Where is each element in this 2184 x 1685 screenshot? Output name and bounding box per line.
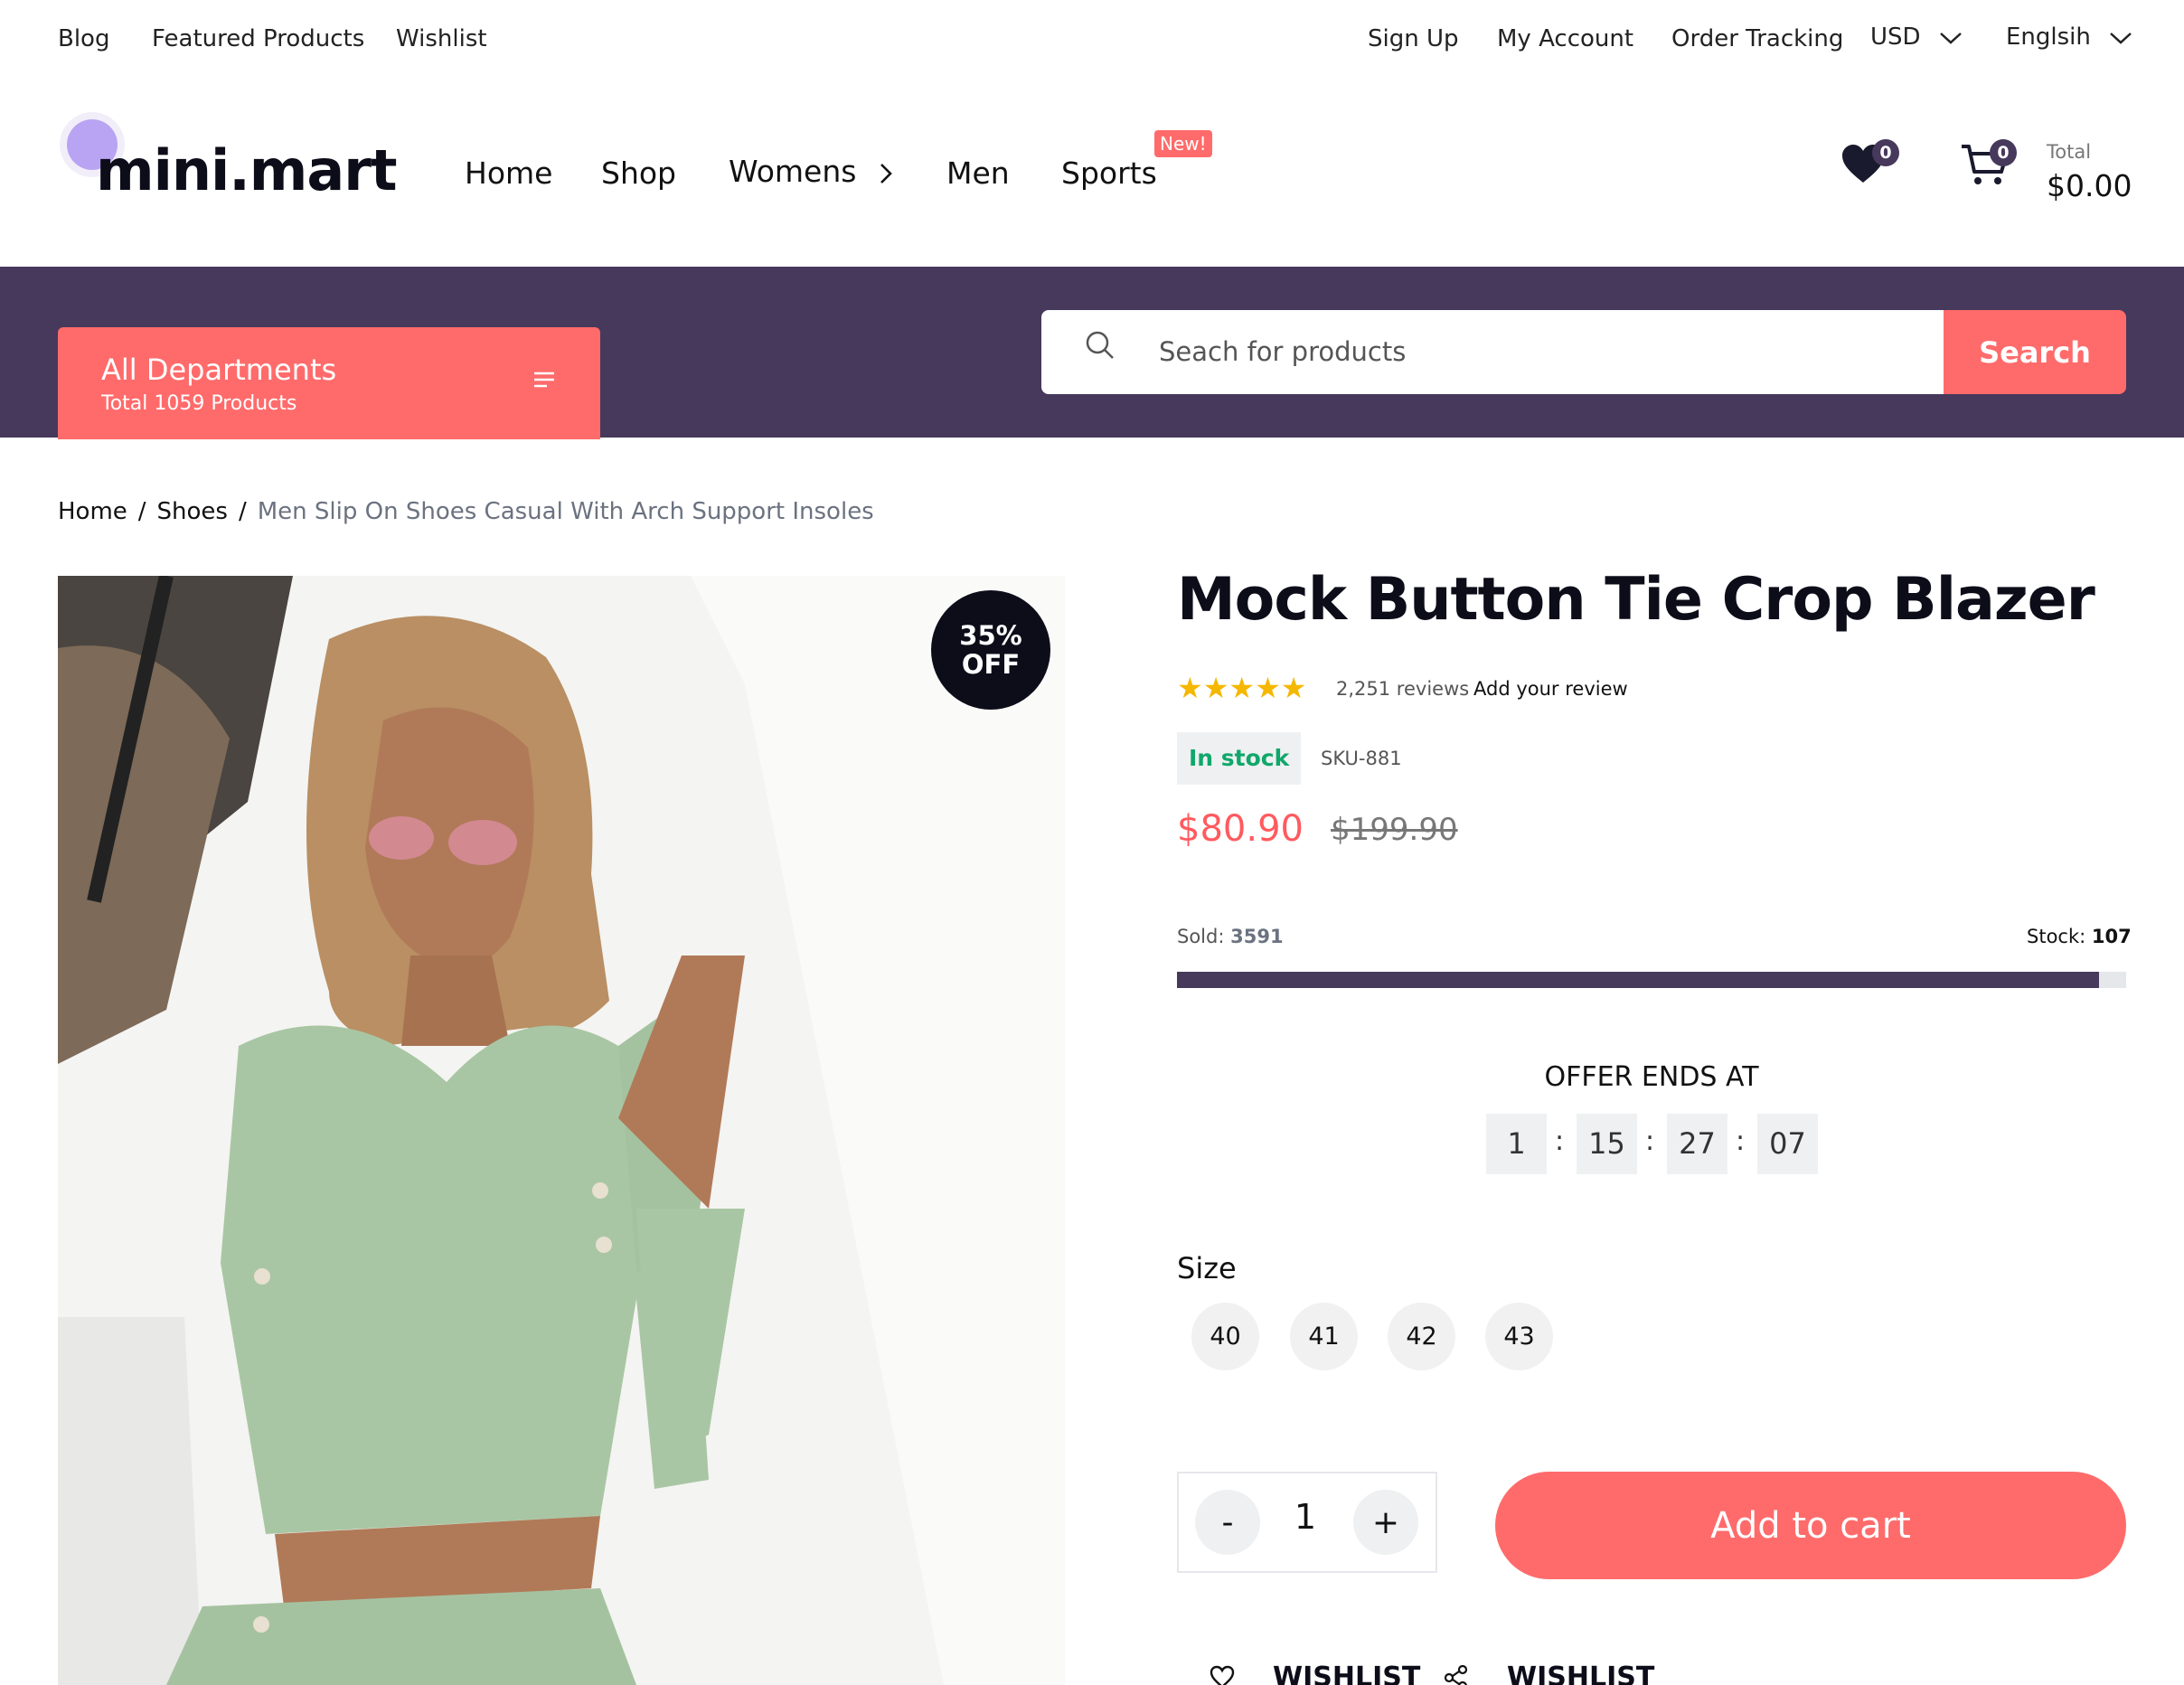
wishlist-count-badge: 0 (1872, 139, 1899, 166)
stock-status-badge: In stock (1177, 732, 1302, 785)
language-value: Englsih (2006, 24, 2091, 51)
nav-sports[interactable]: Sports (1061, 155, 1157, 191)
order-tracking-link[interactable]: Order Tracking (1671, 25, 1843, 52)
breadcrumb-shoes[interactable]: Shoes (157, 498, 228, 525)
quantity-value[interactable]: 1 (1278, 1497, 1332, 1537)
heart-outline-icon (1210, 1665, 1235, 1685)
search-icon (1086, 331, 1114, 359)
countdown-minutes: 27 (1667, 1114, 1727, 1174)
sku: SKU-881 (1321, 748, 1402, 769)
size-option-42[interactable]: 42 (1388, 1303, 1455, 1370)
discount-badge: 35% OFF (931, 590, 1050, 710)
search-box (1041, 310, 1945, 394)
sold-progress-fill (1177, 972, 2099, 988)
countdown-days: 1 (1486, 1114, 1547, 1174)
search-button[interactable]: Search (1944, 310, 2126, 394)
breadcrumb-separator: / (137, 498, 146, 525)
wishlist-link[interactable]: Wishlist (396, 25, 487, 52)
add-to-cart-button[interactable]: Add to cart (1495, 1472, 2126, 1579)
offer-ends-label: OFFER ENDS AT (1544, 1061, 1759, 1093)
all-departments-button[interactable]: All Departments Total 1059 Products (58, 327, 600, 439)
blog-link[interactable]: Blog (58, 25, 109, 52)
sold-progress-bar (1177, 972, 2126, 988)
discount-percent: 35% (959, 620, 1022, 651)
share-icon (1444, 1664, 1469, 1685)
departments-subtitle: Total 1059 Products (101, 392, 297, 415)
stock-count: Stock: 107 (2027, 926, 2132, 947)
sold-count: Sold: 3591 (1177, 926, 1284, 947)
product-title: Mock Button Tie Crop Blazer (1177, 566, 2095, 634)
breadcrumb: Home / Shoes / Men Slip On Shoes Casual With… (58, 498, 874, 525)
chevron-right-icon (880, 163, 892, 184)
share-action[interactable]: WISHLIST (1507, 1661, 1654, 1685)
menu-icon (534, 372, 554, 388)
cart-total-value: $0.00 (2047, 168, 2132, 203)
nav-men[interactable]: Men (946, 155, 1010, 191)
countdown-separator: : (1736, 1125, 1746, 1157)
nav-home[interactable]: Home (465, 155, 552, 191)
product-photo-illustration (58, 576, 1065, 1685)
nav-womens[interactable]: Womens (729, 154, 893, 189)
sold-value: 3591 (1230, 926, 1284, 947)
new-badge: New! (1154, 130, 1212, 157)
increase-quantity-button[interactable]: + (1353, 1490, 1418, 1555)
nav-shop[interactable]: Shop (601, 155, 676, 191)
old-price: $199.90 (1331, 812, 1458, 848)
countdown-separator: : (1645, 1125, 1655, 1157)
sold-label: Sold: (1177, 926, 1225, 947)
cart-total-label: Total (2047, 141, 2092, 163)
stock-label: Stock: (2027, 926, 2086, 947)
price: $80.90 (1177, 808, 1304, 850)
departments-title: All Departments (101, 353, 337, 387)
countdown-hours: 15 (1577, 1114, 1637, 1174)
breadcrumb-home[interactable]: Home (58, 498, 127, 525)
currency-value: USD (1870, 24, 1921, 51)
countdown-separator: : (1555, 1125, 1565, 1157)
reviews-count[interactable]: 2,251 reviews (1336, 678, 1469, 700)
stock-value: 107 (2091, 926, 2132, 947)
size-label: Size (1177, 1251, 1237, 1285)
chevron-down-icon (2110, 32, 2132, 44)
breadcrumb-separator: / (238, 498, 247, 525)
add-review-link[interactable]: Add your review (1473, 678, 1628, 700)
currency-select[interactable]: USD (1870, 24, 1963, 51)
my-account-link[interactable]: My Account (1497, 25, 1633, 52)
star-rating: ★★★★★ (1177, 671, 1307, 705)
sign-up-link[interactable]: Sign Up (1368, 25, 1459, 52)
countdown-seconds: 07 (1757, 1114, 1818, 1174)
wishlist-action[interactable]: WISHLIST (1273, 1661, 1420, 1685)
cart-count-badge: 0 (1990, 139, 2017, 166)
logo[interactable]: mini.mart (96, 137, 397, 203)
quantity-stepper: - 1 + (1177, 1472, 1437, 1573)
chevron-down-icon (1939, 32, 1962, 44)
breadcrumb-current: Men Slip On Shoes Casual With Arch Suppo… (257, 498, 874, 525)
size-option-40[interactable]: 40 (1191, 1303, 1259, 1370)
featured-products-link[interactable]: Featured Products (152, 25, 364, 52)
top-bar: Blog Featured Products Wishlist Sign Up … (0, 0, 2184, 81)
size-option-41[interactable]: 41 (1290, 1303, 1358, 1370)
language-select[interactable]: Englsih (2006, 24, 2132, 51)
search-input[interactable] (1159, 326, 1918, 377)
decrease-quantity-button[interactable]: - (1195, 1490, 1260, 1555)
discount-off: OFF (961, 649, 1021, 680)
nav-womens-label: Womens (729, 154, 857, 189)
size-option-43[interactable]: 43 (1485, 1303, 1553, 1370)
product-image[interactable] (58, 576, 1065, 1685)
